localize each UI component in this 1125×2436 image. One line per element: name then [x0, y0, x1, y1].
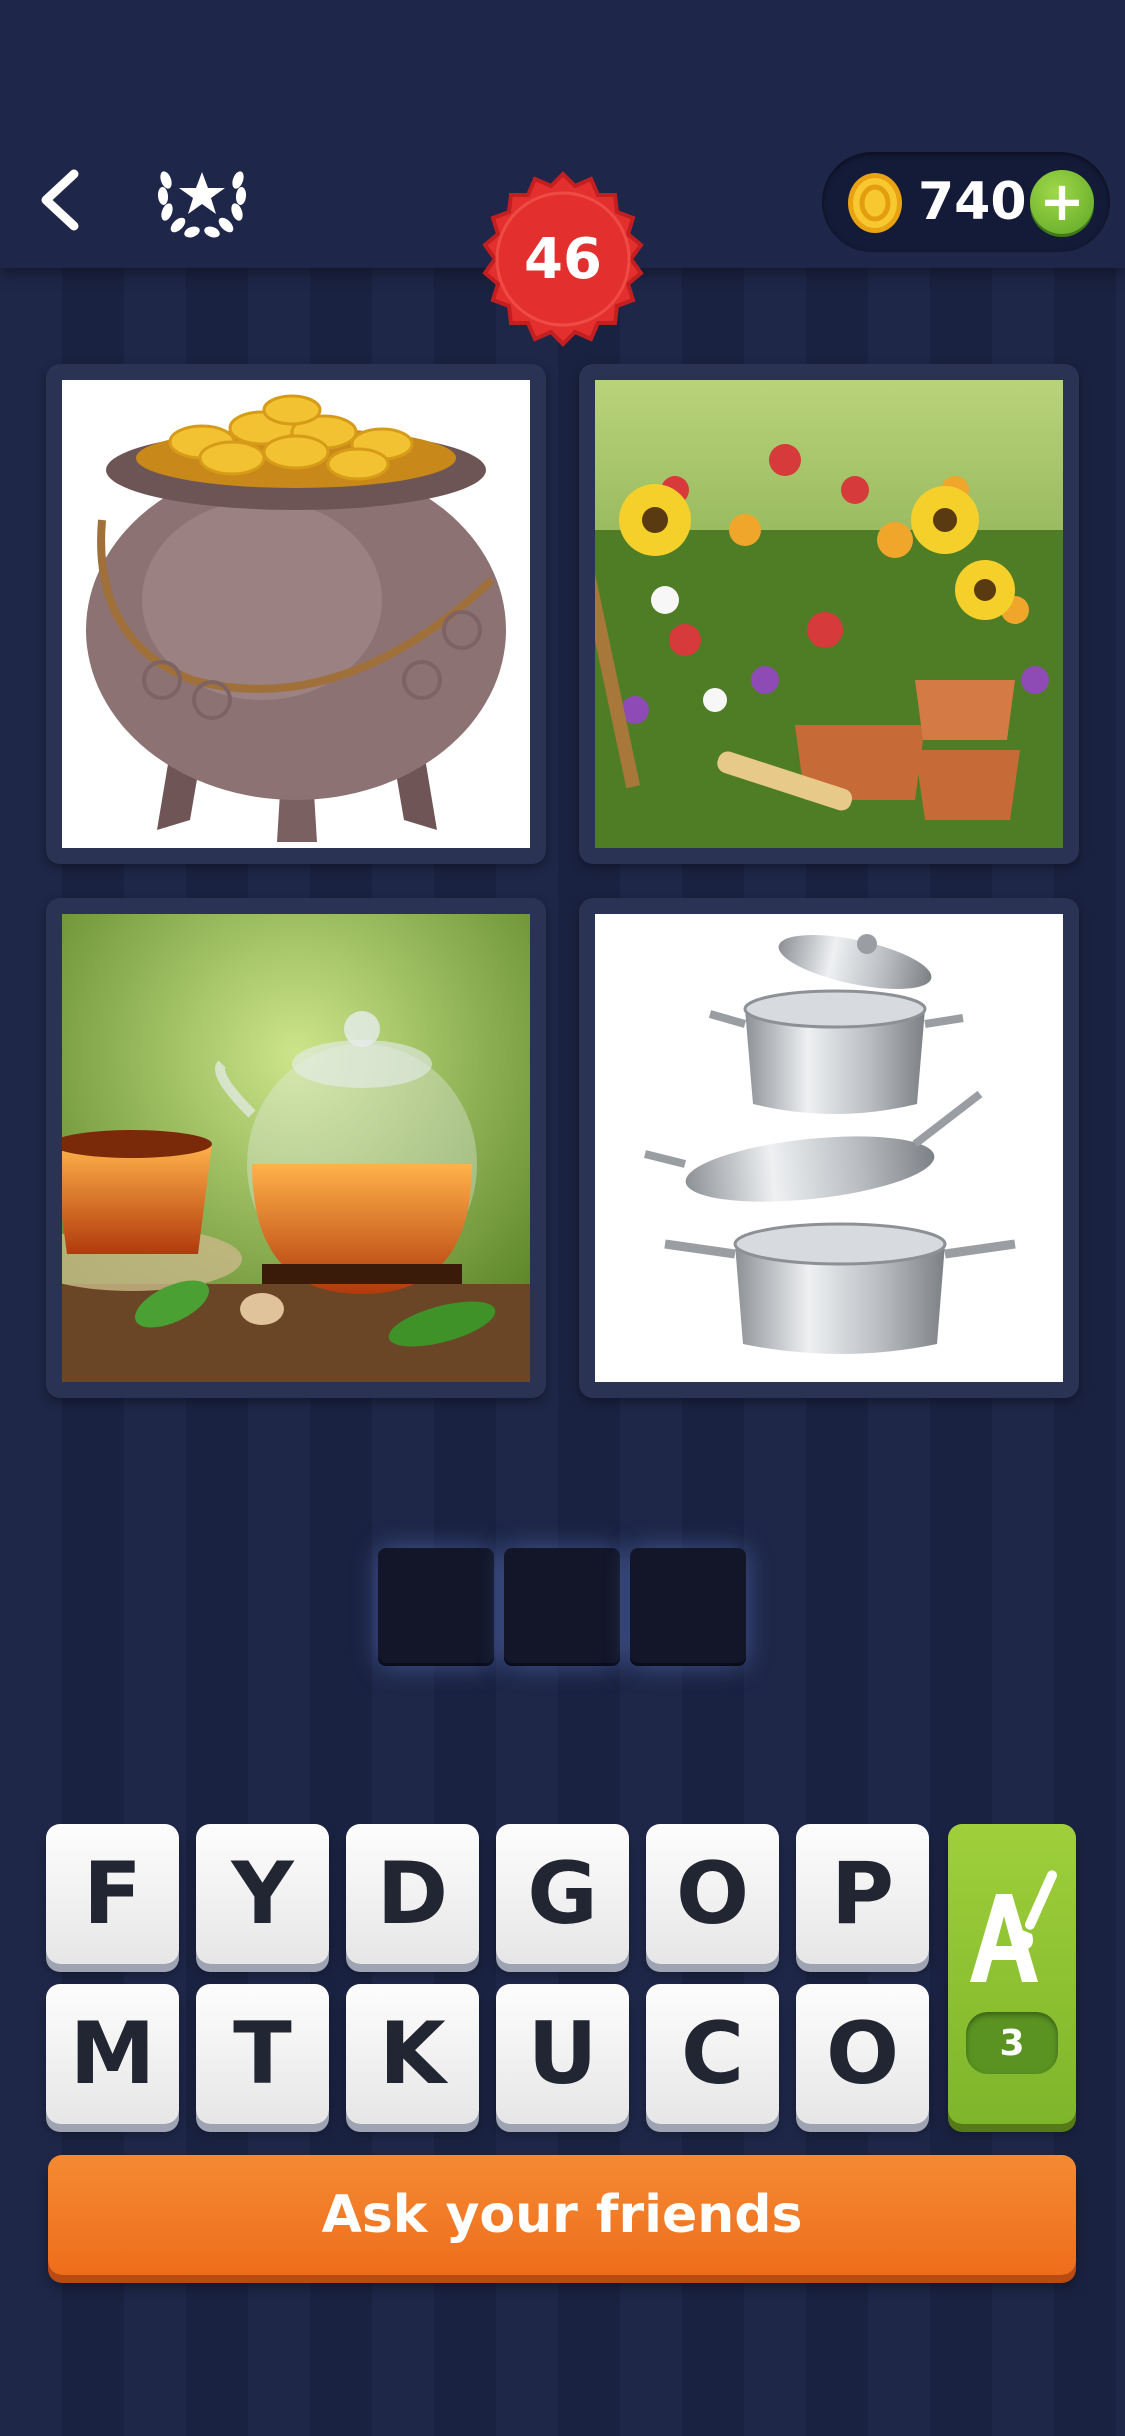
hint-count: 3	[966, 2012, 1058, 2074]
answer-slot[interactable]	[504, 1548, 620, 1666]
cooking-pots-image	[595, 914, 1063, 1382]
coin-balance: 740 +	[822, 152, 1110, 252]
pot-of-gold-image	[62, 380, 530, 848]
letter-key[interactable]: O	[796, 1984, 929, 2124]
letter-keyboard: F Y D G O P M T K U C O	[46, 1824, 932, 2124]
laurel-star-icon	[157, 171, 247, 238]
achievements-button[interactable]	[152, 150, 252, 250]
letter-key[interactable]: F	[46, 1824, 179, 1964]
letter-key[interactable]: K	[346, 1984, 479, 2124]
answer-slot[interactable]	[630, 1548, 746, 1666]
image-tile-flowers[interactable]	[579, 364, 1079, 864]
paintbrush-letter-icon	[970, 1870, 1057, 1982]
image-tile-pot-of-gold[interactable]	[46, 364, 546, 864]
letter-key[interactable]: D	[346, 1824, 479, 1964]
add-coins-button[interactable]: +	[1030, 170, 1094, 234]
chevron-left-icon	[41, 169, 79, 231]
coin-icon	[848, 173, 902, 233]
ask-friends-button[interactable]: Ask your friends	[48, 2155, 1076, 2275]
coin-count: 740	[918, 172, 1027, 232]
flowers-image	[595, 380, 1063, 848]
hint-button[interactable]: 3	[948, 1824, 1076, 2124]
plus-icon: +	[1039, 170, 1085, 233]
level-number: 46	[524, 226, 602, 292]
letter-key[interactable]: M	[46, 1984, 179, 2124]
letter-key[interactable]: P	[796, 1824, 929, 1964]
letter-key[interactable]: G	[496, 1824, 629, 1964]
teapot-image	[62, 914, 530, 1382]
answer-slots	[378, 1548, 746, 1666]
answer-slot[interactable]	[378, 1548, 494, 1666]
letter-key[interactable]: C	[646, 1984, 779, 2124]
letter-key[interactable]: T	[196, 1984, 329, 2124]
letter-key[interactable]: O	[646, 1824, 779, 1964]
letter-key[interactable]: U	[496, 1984, 629, 2124]
image-tile-cooking-pots[interactable]	[579, 898, 1079, 1398]
image-tile-teapot[interactable]	[46, 898, 546, 1398]
letter-key[interactable]: Y	[196, 1824, 329, 1964]
back-button[interactable]	[28, 160, 92, 240]
